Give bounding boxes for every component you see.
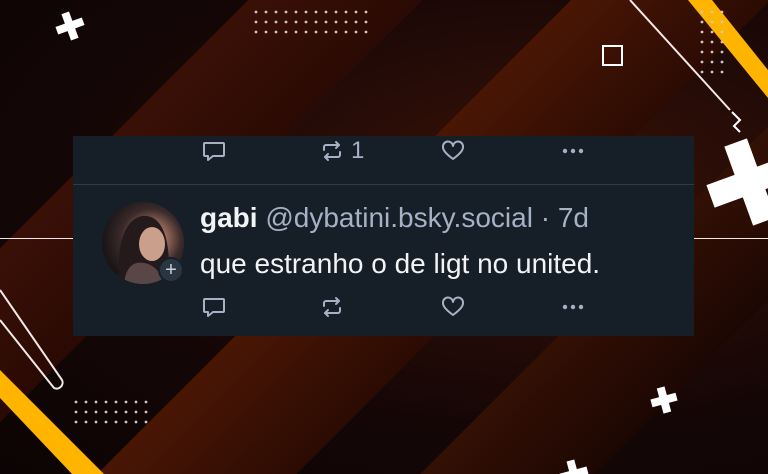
like-icon: [442, 140, 464, 160]
more-button[interactable]: [560, 294, 586, 320]
like-icon: [442, 296, 464, 316]
more-icon: [562, 304, 584, 310]
post-actions: [73, 294, 694, 324]
like-button[interactable]: [440, 294, 466, 320]
repost-icon: [323, 141, 341, 161]
decor-top-right-shapes: [629, 0, 768, 133]
more-icon: [562, 148, 584, 154]
like-button[interactable]: [440, 138, 466, 164]
more-button[interactable]: [560, 138, 586, 164]
decor-plus-right-large: [706, 138, 768, 226]
top-post-actions: 1: [73, 138, 694, 168]
reply-icon: [203, 298, 225, 317]
decor-dots-bottom-left: [74, 400, 148, 424]
decor-dots-top: [254, 10, 368, 34]
reply-icon: [203, 142, 225, 161]
post-card: 1 + gabi @dybatini.bsky.social · 7d que …: [73, 136, 694, 336]
follow-plus-icon[interactable]: +: [158, 257, 184, 283]
post-header: gabi @dybatini.bsky.social · 7d: [200, 202, 589, 234]
reply-button[interactable]: [201, 294, 227, 320]
post-text: que estranho o de ligt no united.: [200, 248, 601, 279]
repost-count: 1: [351, 137, 365, 164]
repost-icon: [323, 297, 341, 317]
decor-line-right: [694, 238, 768, 239]
post-divider: [73, 184, 694, 185]
repost-button[interactable]: [319, 294, 345, 320]
decor-line-left: [0, 238, 73, 239]
reply-button[interactable]: [201, 138, 227, 164]
repost-button[interactable]: 1: [319, 138, 364, 164]
decor-plus-top-left: [55, 11, 85, 41]
separator: ·: [540, 202, 551, 233]
post-time[interactable]: 7d: [558, 202, 589, 233]
display-name[interactable]: gabi: [200, 202, 258, 233]
handle[interactable]: @dybatini.bsky.social: [265, 202, 533, 233]
decor-plus-bottom: [559, 459, 589, 474]
decor-plus-bottom-right: [650, 386, 678, 414]
